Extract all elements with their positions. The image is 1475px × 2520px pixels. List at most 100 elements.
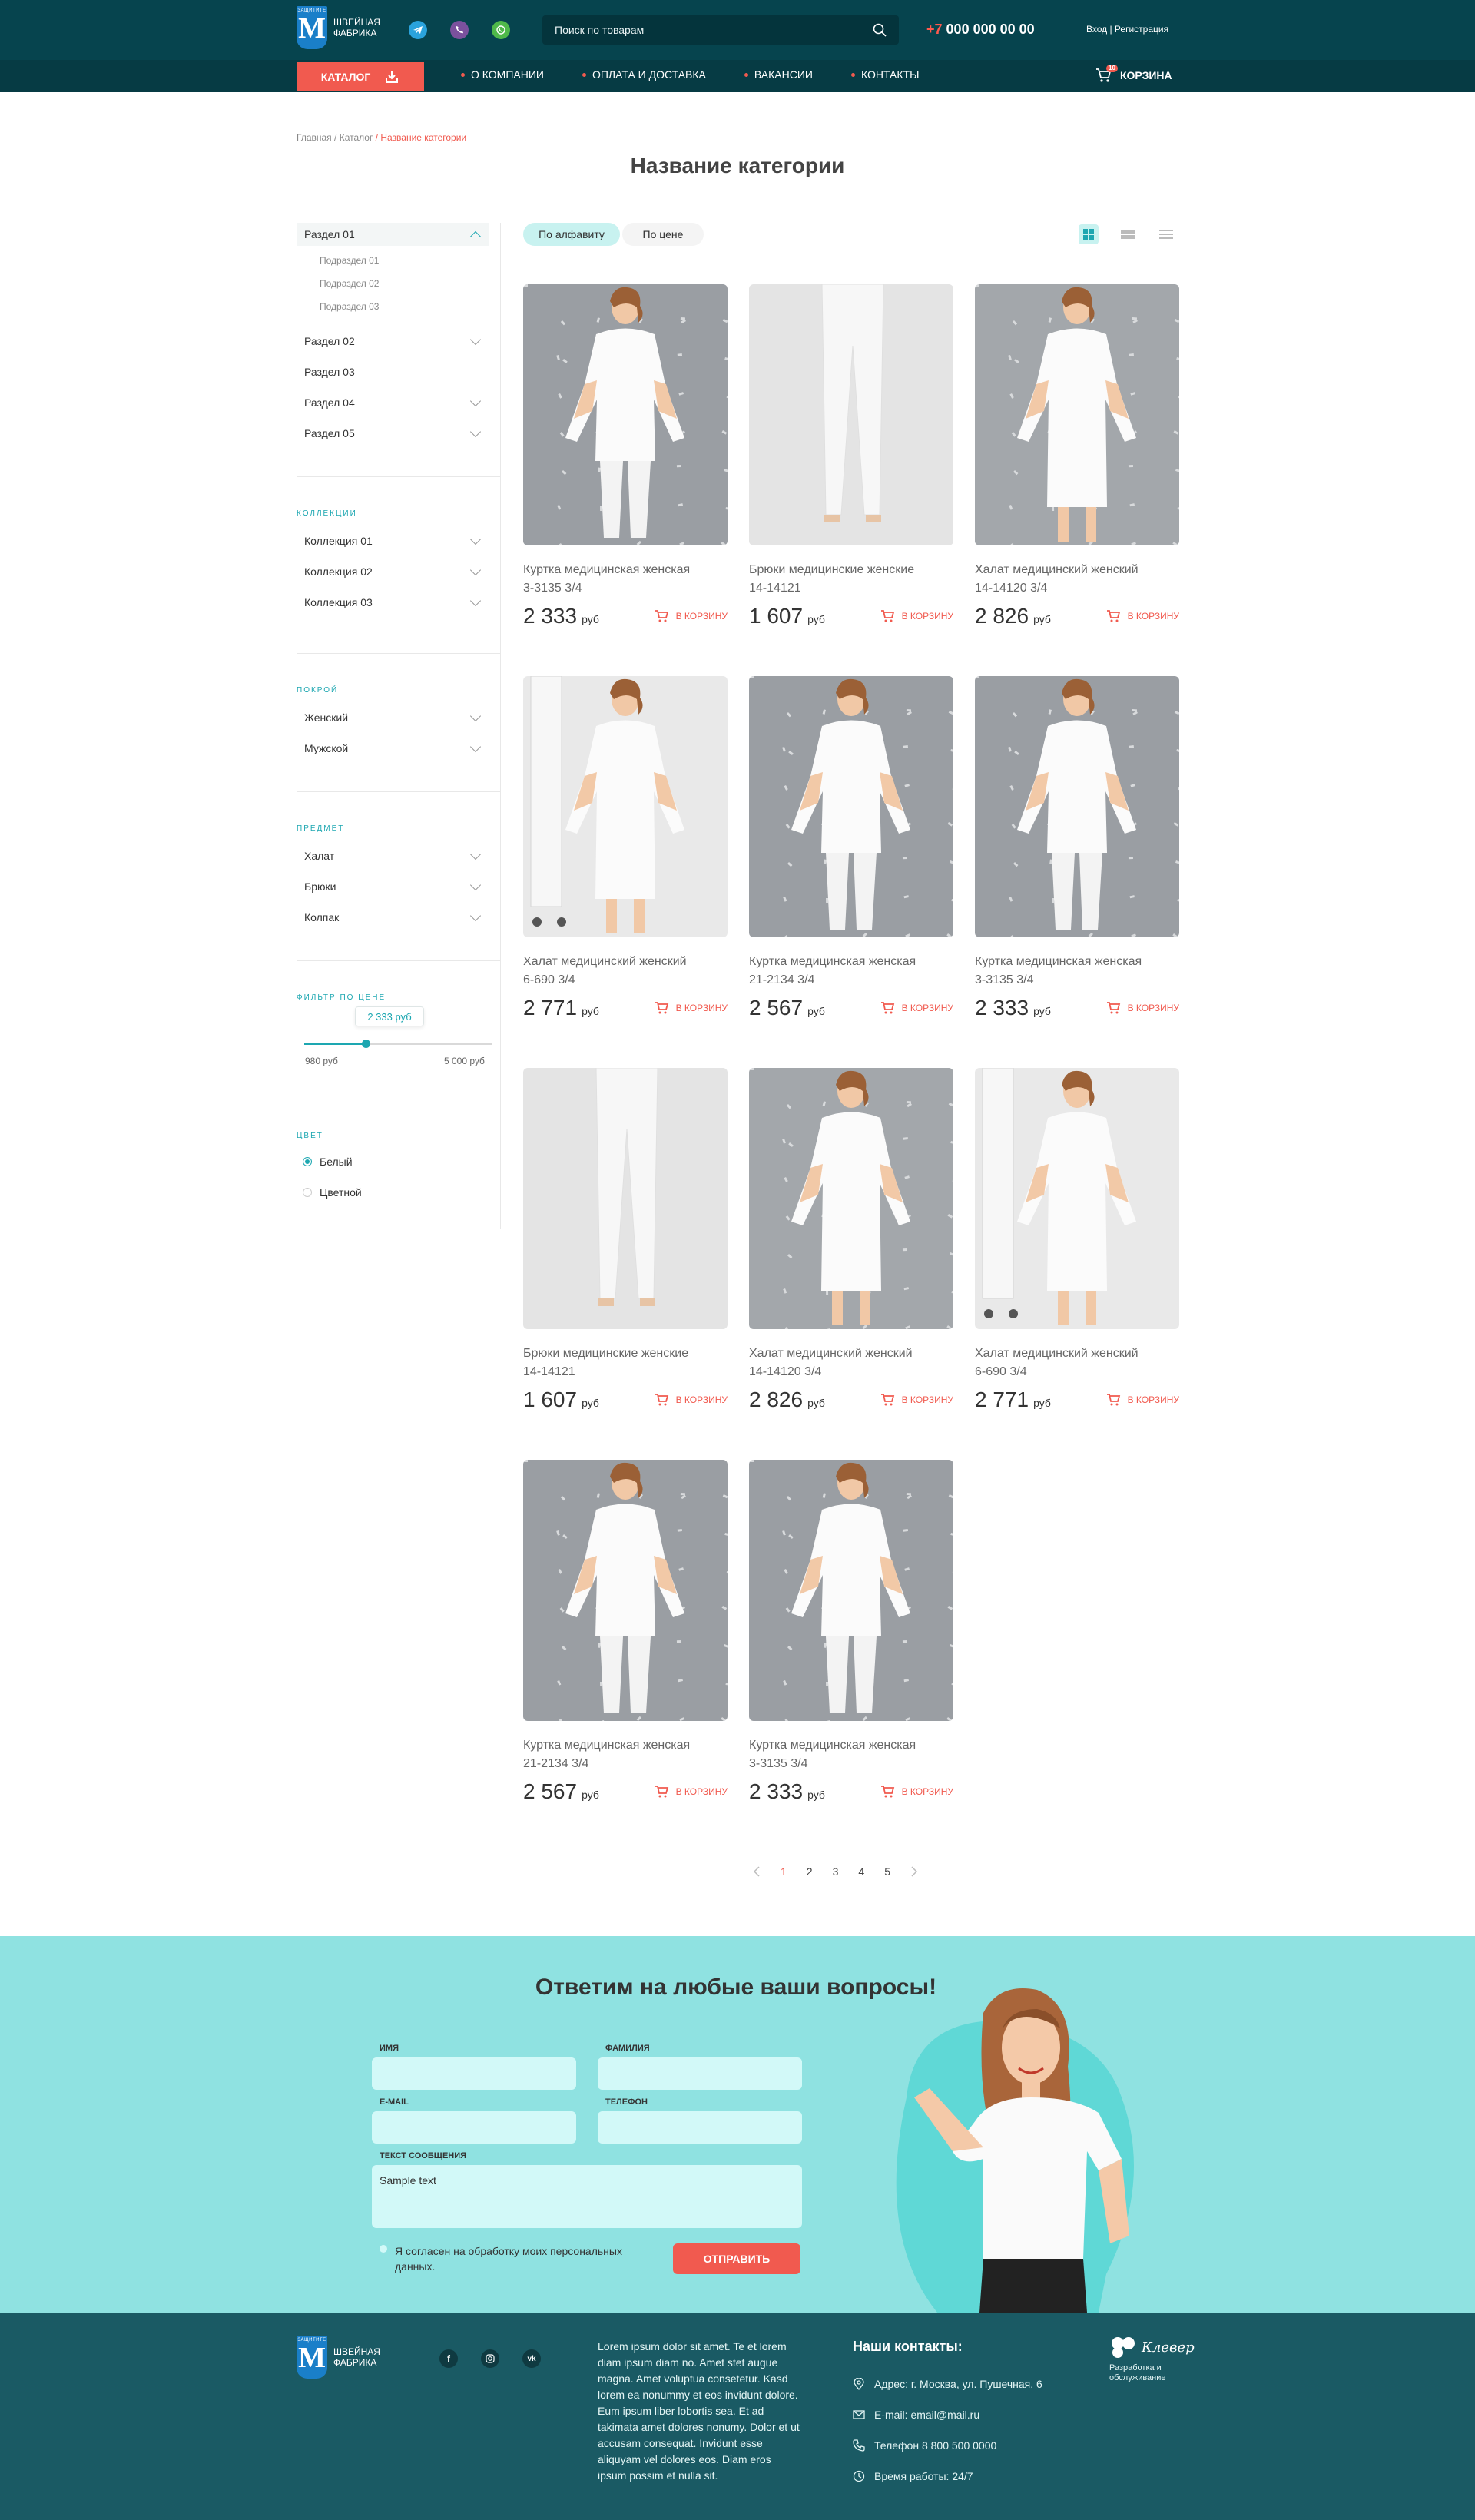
chevron-down-icon[interactable] bbox=[469, 395, 482, 406]
product-card[interactable]: Халат медицинский женский 6-690 3/4 2 771 р… bbox=[975, 1068, 1179, 1412]
product-name[interactable]: Халат медицинский женский 14-14120 3/4 bbox=[749, 1345, 953, 1381]
sidebar-subitem-02[interactable]: Подраздел 02 bbox=[320, 278, 379, 289]
catalog-button[interactable]: КАТАЛОГ bbox=[297, 62, 424, 91]
pager-prev-icon[interactable] bbox=[753, 1866, 761, 1877]
vk-icon[interactable]: vk bbox=[522, 2349, 541, 2368]
product-image[interactable] bbox=[523, 1068, 728, 1329]
facebook-icon[interactable]: f bbox=[439, 2349, 458, 2368]
chevron-down-icon[interactable] bbox=[469, 426, 482, 437]
whatsapp-icon[interactable] bbox=[492, 21, 510, 39]
product-image[interactable] bbox=[975, 1068, 1179, 1329]
product-name[interactable]: Брюки медицинские женские 14-14121 bbox=[523, 1345, 728, 1381]
product-image[interactable] bbox=[749, 1460, 953, 1721]
site-logo[interactable]: ЗАЩИТИТЕ M ШВЕЙНАЯ ФАБРИКА bbox=[297, 6, 380, 49]
sidebar-item-collection-02[interactable]: Коллекция 02 bbox=[297, 564, 489, 579]
sort-price-button[interactable]: По цене bbox=[622, 223, 704, 246]
surname-field[interactable] bbox=[598, 2057, 802, 2090]
sidebar-item-section-01[interactable]: Раздел 01 bbox=[297, 223, 489, 246]
product-name[interactable]: Халат медицинский женский 6-690 3/4 bbox=[975, 1345, 1179, 1381]
viber-icon[interactable] bbox=[450, 21, 469, 39]
product-name[interactable]: Брюки медицинские женские 14-14121 bbox=[749, 561, 953, 598]
product-card[interactable]: Брюки медицинские женские 14-14121 1 607 ру… bbox=[749, 284, 953, 628]
telegram-icon[interactable] bbox=[409, 21, 427, 39]
page-1[interactable]: 1 bbox=[781, 1865, 787, 1878]
chevron-down-icon[interactable] bbox=[469, 710, 482, 721]
radio-checked[interactable] bbox=[303, 1157, 312, 1166]
breadcrumb-catalog[interactable]: / Каталог bbox=[334, 132, 373, 143]
product-card[interactable]: Куртка медицинская женская 3-3135 3/4 2 33… bbox=[975, 676, 1179, 1020]
search-input[interactable] bbox=[555, 24, 847, 36]
contact-phone[interactable]: Телефон 8 800 500 0000 bbox=[853, 2430, 1042, 2461]
chevron-up-icon[interactable] bbox=[469, 230, 482, 242]
chevron-down-icon[interactable] bbox=[469, 879, 482, 890]
search-bar[interactable] bbox=[542, 15, 899, 45]
product-card[interactable]: Куртка медицинская женская 3-3135 3/4 2 33… bbox=[749, 1460, 953, 1804]
sidebar-subitem-01[interactable]: Подраздел 01 bbox=[320, 255, 379, 266]
add-to-cart-button[interactable]: В КОРЗИНУ bbox=[1106, 1393, 1179, 1407]
sidebar-item-collection-01[interactable]: Коллекция 01 bbox=[297, 533, 489, 549]
sidebar-item-section-02[interactable]: Раздел 02 bbox=[297, 333, 489, 349]
add-to-cart-button[interactable]: В КОРЗИНУ bbox=[655, 609, 728, 623]
product-image[interactable] bbox=[523, 284, 728, 545]
message-field[interactable]: Sample text bbox=[372, 2165, 802, 2228]
product-name[interactable]: Куртка медицинская женская 3-3135 3/4 bbox=[975, 953, 1179, 990]
product-image[interactable] bbox=[523, 676, 728, 937]
page-4[interactable]: 4 bbox=[858, 1865, 864, 1878]
add-to-cart-button[interactable]: В КОРЗИНУ bbox=[655, 1785, 728, 1799]
add-to-cart-button[interactable]: В КОРЗИНУ bbox=[1106, 609, 1179, 623]
sidebar-item-section-04[interactable]: Раздел 04 bbox=[297, 395, 489, 410]
sidebar-item-section-05[interactable]: Раздел 05 bbox=[297, 426, 489, 441]
nav-about[interactable]: О КОМПАНИИ bbox=[461, 68, 544, 81]
login-link[interactable]: Вход | Регистрация bbox=[1086, 24, 1168, 35]
product-card[interactable]: Куртка медицинская женская 21-2134 3/4 2 5… bbox=[749, 676, 953, 1020]
product-name[interactable]: Куртка медицинская женская 3-3135 3/4 bbox=[523, 561, 728, 598]
product-card[interactable]: Халат медицинский женский 14-14120 3/4 2 8… bbox=[975, 284, 1179, 628]
product-image[interactable] bbox=[749, 1068, 953, 1329]
search-icon[interactable] bbox=[873, 23, 887, 37]
color-option-colored[interactable]: Цветной bbox=[303, 1186, 362, 1199]
nav-vacancies[interactable]: ВАКАНСИИ bbox=[744, 68, 813, 81]
list-view-icon[interactable] bbox=[1118, 224, 1138, 244]
sidebar-item-male[interactable]: Мужской bbox=[297, 741, 489, 756]
nav-payment[interactable]: ОПЛАТА И ДОСТАВКА bbox=[582, 68, 706, 81]
product-card[interactable]: Брюки медицинские женские 14-14121 1 607 ру… bbox=[523, 1068, 728, 1412]
submit-button[interactable]: ОТПРАВИТЬ bbox=[673, 2243, 800, 2274]
sidebar-item-female[interactable]: Женский bbox=[297, 710, 489, 725]
product-image[interactable] bbox=[975, 676, 1179, 937]
developer-credit[interactable]: Клевер Разработка и обслуживание bbox=[1109, 2336, 1195, 2383]
chevron-down-icon[interactable] bbox=[469, 564, 482, 575]
product-image[interactable] bbox=[749, 284, 953, 545]
contact-email[interactable]: E-mail: email@mail.ru bbox=[853, 2399, 1042, 2430]
page-5[interactable]: 5 bbox=[884, 1865, 890, 1878]
product-card[interactable]: Халат медицинский женский 6-690 3/4 2 771 р… bbox=[523, 676, 728, 1020]
chevron-down-icon[interactable] bbox=[469, 595, 482, 606]
phone-field[interactable] bbox=[598, 2111, 802, 2144]
add-to-cart-button[interactable]: В КОРЗИНУ bbox=[655, 1393, 728, 1407]
add-to-cart-button[interactable]: В КОРЗИНУ bbox=[1106, 1001, 1179, 1015]
cart-button[interactable]: 10 КОРЗИНА bbox=[1095, 65, 1172, 83]
breadcrumb-home[interactable]: Главная bbox=[297, 132, 332, 143]
radio-unchecked[interactable] bbox=[303, 1188, 312, 1197]
add-to-cart-button[interactable]: В КОРЗИНУ bbox=[880, 1785, 953, 1799]
name-field[interactable] bbox=[372, 2057, 576, 2090]
nav-contacts[interactable]: КОНТАКТЫ bbox=[850, 68, 920, 81]
grid-view-icon[interactable] bbox=[1079, 224, 1099, 244]
product-name[interactable]: Халат медицинский женский 14-14120 3/4 bbox=[975, 561, 1179, 598]
chevron-down-icon[interactable] bbox=[469, 910, 482, 921]
chevron-down-icon[interactable] bbox=[469, 848, 482, 860]
sidebar-item-section-03[interactable]: Раздел 03 bbox=[297, 364, 489, 380]
color-option-white[interactable]: Белый bbox=[303, 1156, 353, 1168]
page-2[interactable]: 2 bbox=[807, 1865, 813, 1878]
price-slider-handle[interactable] bbox=[362, 1040, 371, 1048]
sidebar-item-trousers[interactable]: Брюки bbox=[297, 879, 489, 894]
product-name[interactable]: Куртка медицинская женская 3-3135 3/4 bbox=[749, 1736, 953, 1773]
product-name[interactable]: Куртка медицинская женская 21-2134 3/4 bbox=[749, 953, 953, 990]
product-image[interactable] bbox=[523, 1460, 728, 1721]
page-3[interactable]: 3 bbox=[833, 1865, 839, 1878]
product-image[interactable] bbox=[975, 284, 1179, 545]
product-name[interactable]: Куртка медицинская женская 21-2134 3/4 bbox=[523, 1736, 728, 1773]
product-name[interactable]: Халат медицинский женский 6-690 3/4 bbox=[523, 953, 728, 990]
sidebar-item-robe[interactable]: Халат bbox=[297, 848, 489, 864]
footer-logo[interactable]: ЗАЩИТИТЕ M ШВЕЙНАЯ ФАБРИКА bbox=[297, 2336, 380, 2379]
add-to-cart-button[interactable]: В КОРЗИНУ bbox=[880, 609, 953, 623]
